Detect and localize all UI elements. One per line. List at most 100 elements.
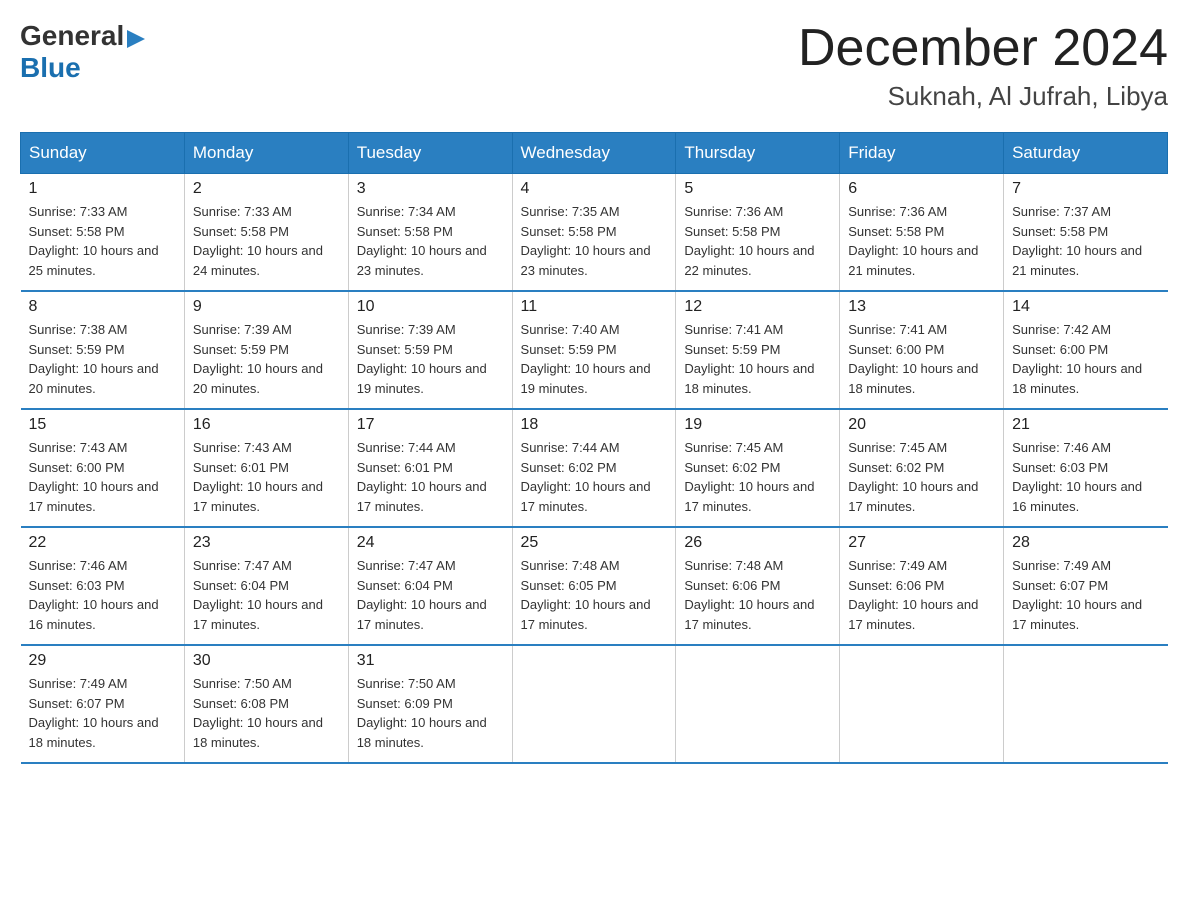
title-block: December 2024 Suknah, Al Jufrah, Libya [798, 20, 1168, 112]
day-number: 8 [29, 298, 176, 316]
weekday-header-row: SundayMondayTuesdayWednesdayThursdayFrid… [21, 133, 1168, 174]
day-info: Sunrise: 7:36 AM Sunset: 5:58 PM Dayligh… [684, 202, 831, 280]
calendar-cell: 1 Sunrise: 7:33 AM Sunset: 5:58 PM Dayli… [21, 174, 185, 292]
day-number: 9 [193, 298, 340, 316]
calendar-cell: 7 Sunrise: 7:37 AM Sunset: 5:58 PM Dayli… [1004, 174, 1168, 292]
day-number: 30 [193, 652, 340, 670]
day-number: 4 [521, 180, 668, 198]
day-number: 7 [1012, 180, 1159, 198]
day-number: 19 [684, 416, 831, 434]
day-number: 12 [684, 298, 831, 316]
day-number: 20 [848, 416, 995, 434]
calendar-week-row: 8 Sunrise: 7:38 AM Sunset: 5:59 PM Dayli… [21, 291, 1168, 409]
day-number: 27 [848, 534, 995, 552]
calendar-cell: 30 Sunrise: 7:50 AM Sunset: 6:08 PM Dayl… [184, 645, 348, 763]
calendar-cell: 17 Sunrise: 7:44 AM Sunset: 6:01 PM Dayl… [348, 409, 512, 527]
day-info: Sunrise: 7:37 AM Sunset: 5:58 PM Dayligh… [1012, 202, 1159, 280]
day-info: Sunrise: 7:49 AM Sunset: 6:07 PM Dayligh… [29, 674, 176, 752]
day-info: Sunrise: 7:48 AM Sunset: 6:05 PM Dayligh… [521, 556, 668, 634]
day-info: Sunrise: 7:42 AM Sunset: 6:00 PM Dayligh… [1012, 320, 1159, 398]
day-info: Sunrise: 7:46 AM Sunset: 6:03 PM Dayligh… [1012, 438, 1159, 516]
calendar-cell: 25 Sunrise: 7:48 AM Sunset: 6:05 PM Dayl… [512, 527, 676, 645]
calendar-cell: 24 Sunrise: 7:47 AM Sunset: 6:04 PM Dayl… [348, 527, 512, 645]
day-number: 11 [521, 298, 668, 316]
calendar-cell: 8 Sunrise: 7:38 AM Sunset: 5:59 PM Dayli… [21, 291, 185, 409]
day-info: Sunrise: 7:33 AM Sunset: 5:58 PM Dayligh… [193, 202, 340, 280]
calendar-cell [676, 645, 840, 763]
calendar-cell: 22 Sunrise: 7:46 AM Sunset: 6:03 PM Dayl… [21, 527, 185, 645]
day-number: 29 [29, 652, 176, 670]
day-number: 3 [357, 180, 504, 198]
day-info: Sunrise: 7:47 AM Sunset: 6:04 PM Dayligh… [193, 556, 340, 634]
day-info: Sunrise: 7:41 AM Sunset: 6:00 PM Dayligh… [848, 320, 995, 398]
calendar-week-row: 29 Sunrise: 7:49 AM Sunset: 6:07 PM Dayl… [21, 645, 1168, 763]
day-number: 18 [521, 416, 668, 434]
day-number: 1 [29, 180, 176, 198]
day-info: Sunrise: 7:49 AM Sunset: 6:07 PM Dayligh… [1012, 556, 1159, 634]
calendar-cell: 12 Sunrise: 7:41 AM Sunset: 5:59 PM Dayl… [676, 291, 840, 409]
day-info: Sunrise: 7:46 AM Sunset: 6:03 PM Dayligh… [29, 556, 176, 634]
day-number: 13 [848, 298, 995, 316]
day-number: 25 [521, 534, 668, 552]
day-info: Sunrise: 7:39 AM Sunset: 5:59 PM Dayligh… [357, 320, 504, 398]
day-info: Sunrise: 7:41 AM Sunset: 5:59 PM Dayligh… [684, 320, 831, 398]
calendar-cell: 3 Sunrise: 7:34 AM Sunset: 5:58 PM Dayli… [348, 174, 512, 292]
calendar-cell: 10 Sunrise: 7:39 AM Sunset: 5:59 PM Dayl… [348, 291, 512, 409]
calendar-cell: 28 Sunrise: 7:49 AM Sunset: 6:07 PM Dayl… [1004, 527, 1168, 645]
calendar-cell: 11 Sunrise: 7:40 AM Sunset: 5:59 PM Dayl… [512, 291, 676, 409]
calendar-cell: 4 Sunrise: 7:35 AM Sunset: 5:58 PM Dayli… [512, 174, 676, 292]
calendar-week-row: 15 Sunrise: 7:43 AM Sunset: 6:00 PM Dayl… [21, 409, 1168, 527]
day-number: 10 [357, 298, 504, 316]
calendar-cell [1004, 645, 1168, 763]
day-number: 21 [1012, 416, 1159, 434]
weekday-header-saturday: Saturday [1004, 133, 1168, 174]
day-info: Sunrise: 7:47 AM Sunset: 6:04 PM Dayligh… [357, 556, 504, 634]
logo-blue-text: Blue [20, 52, 81, 83]
calendar-cell: 9 Sunrise: 7:39 AM Sunset: 5:59 PM Dayli… [184, 291, 348, 409]
page-header: General Blue December 2024 Suknah, Al Ju… [20, 20, 1168, 112]
weekday-header-wednesday: Wednesday [512, 133, 676, 174]
calendar-cell: 6 Sunrise: 7:36 AM Sunset: 5:58 PM Dayli… [840, 174, 1004, 292]
day-number: 5 [684, 180, 831, 198]
calendar-cell: 27 Sunrise: 7:49 AM Sunset: 6:06 PM Dayl… [840, 527, 1004, 645]
day-number: 24 [357, 534, 504, 552]
day-number: 2 [193, 180, 340, 198]
calendar-cell: 5 Sunrise: 7:36 AM Sunset: 5:58 PM Dayli… [676, 174, 840, 292]
calendar-table: SundayMondayTuesdayWednesdayThursdayFrid… [20, 132, 1168, 764]
day-info: Sunrise: 7:43 AM Sunset: 6:01 PM Dayligh… [193, 438, 340, 516]
calendar-cell: 19 Sunrise: 7:45 AM Sunset: 6:02 PM Dayl… [676, 409, 840, 527]
day-number: 28 [1012, 534, 1159, 552]
day-info: Sunrise: 7:33 AM Sunset: 5:58 PM Dayligh… [29, 202, 176, 280]
day-info: Sunrise: 7:38 AM Sunset: 5:59 PM Dayligh… [29, 320, 176, 398]
calendar-cell: 20 Sunrise: 7:45 AM Sunset: 6:02 PM Dayl… [840, 409, 1004, 527]
calendar-cell [512, 645, 676, 763]
day-number: 23 [193, 534, 340, 552]
day-info: Sunrise: 7:44 AM Sunset: 6:02 PM Dayligh… [521, 438, 668, 516]
day-info: Sunrise: 7:39 AM Sunset: 5:59 PM Dayligh… [193, 320, 340, 398]
day-info: Sunrise: 7:44 AM Sunset: 6:01 PM Dayligh… [357, 438, 504, 516]
month-title: December 2024 [798, 20, 1168, 77]
day-number: 22 [29, 534, 176, 552]
day-number: 17 [357, 416, 504, 434]
logo: General Blue [20, 20, 145, 84]
calendar-cell: 23 Sunrise: 7:47 AM Sunset: 6:04 PM Dayl… [184, 527, 348, 645]
day-info: Sunrise: 7:50 AM Sunset: 6:08 PM Dayligh… [193, 674, 340, 752]
day-number: 6 [848, 180, 995, 198]
day-info: Sunrise: 7:34 AM Sunset: 5:58 PM Dayligh… [357, 202, 504, 280]
calendar-cell: 16 Sunrise: 7:43 AM Sunset: 6:01 PM Dayl… [184, 409, 348, 527]
weekday-header-friday: Friday [840, 133, 1004, 174]
day-info: Sunrise: 7:40 AM Sunset: 5:59 PM Dayligh… [521, 320, 668, 398]
calendar-cell: 26 Sunrise: 7:48 AM Sunset: 6:06 PM Dayl… [676, 527, 840, 645]
location-subtitle: Suknah, Al Jufrah, Libya [798, 81, 1168, 112]
day-number: 14 [1012, 298, 1159, 316]
calendar-cell: 13 Sunrise: 7:41 AM Sunset: 6:00 PM Dayl… [840, 291, 1004, 409]
weekday-header-thursday: Thursday [676, 133, 840, 174]
day-number: 31 [357, 652, 504, 670]
weekday-header-monday: Monday [184, 133, 348, 174]
calendar-cell: 21 Sunrise: 7:46 AM Sunset: 6:03 PM Dayl… [1004, 409, 1168, 527]
calendar-week-row: 22 Sunrise: 7:46 AM Sunset: 6:03 PM Dayl… [21, 527, 1168, 645]
day-info: Sunrise: 7:45 AM Sunset: 6:02 PM Dayligh… [848, 438, 995, 516]
day-info: Sunrise: 7:43 AM Sunset: 6:00 PM Dayligh… [29, 438, 176, 516]
calendar-week-row: 1 Sunrise: 7:33 AM Sunset: 5:58 PM Dayli… [21, 174, 1168, 292]
day-info: Sunrise: 7:48 AM Sunset: 6:06 PM Dayligh… [684, 556, 831, 634]
